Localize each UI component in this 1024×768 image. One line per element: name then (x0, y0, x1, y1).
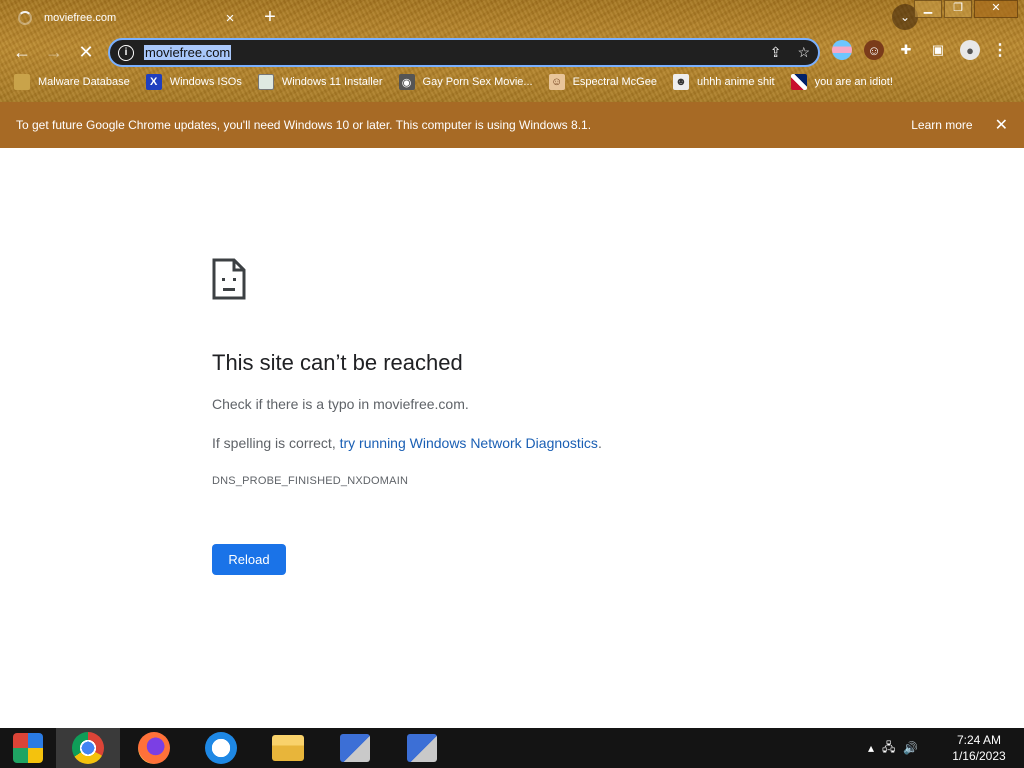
clock-date: 1/16/2023 (952, 749, 1006, 763)
address-bar[interactable]: i moviefree.com ⇪ ☆ (108, 38, 820, 67)
diagnostics-suffix: . (597, 435, 602, 451)
menu-kebab-icon[interactable]: ⋮ (992, 40, 1008, 60)
bookmark-label: Malware Database (38, 76, 130, 88)
browser-chrome: moviefree.com × + ⌄ ▁ ❐ ✕ ← → ✕ i movief… (0, 0, 1024, 102)
installer-icon (407, 734, 437, 762)
avatar-extension-icon[interactable]: ☺ (864, 40, 884, 60)
chevron-down-icon: ⌄ (899, 10, 911, 24)
side-panel-icon[interactable]: ▣ (928, 40, 948, 60)
learn-more-link[interactable]: Learn more (911, 118, 972, 132)
forward-button[interactable]: → (42, 40, 66, 64)
bookmarks-bar: Malware Database X Windows ISOs Windows … (14, 74, 909, 90)
taskbar: ▴ 🖧 🔊 7:24 AM 1/16/2023 (0, 728, 1024, 768)
start-button[interactable] (0, 728, 56, 768)
x-logo-icon: X (145, 74, 162, 90)
error-code: DNS_PROBE_FINISHED_NXDOMAIN (212, 475, 409, 487)
system-tray: ▴ 🖧 🔊 (868, 728, 918, 768)
clock-time: 7:24 AM (956, 733, 1002, 747)
bookmark-item[interactable]: Windows 11 Installer (257, 74, 383, 90)
error-diagnostics-hint: If spelling is correct, try running Wind… (212, 435, 602, 451)
stop-loading-button[interactable]: ✕ (74, 40, 98, 64)
error-title: This site can’t be reached (212, 350, 463, 375)
reload-button[interactable]: Reload (212, 544, 286, 575)
close-window-button[interactable]: ✕ (974, 0, 1018, 18)
profile-avatar-icon[interactable]: ● (960, 40, 980, 60)
image-icon (257, 74, 274, 90)
error-typo-hint: Check if there is a typo in moviefree.co… (212, 396, 469, 412)
bookmark-item[interactable]: ◉ Gay Porn Sex Movie... (398, 74, 533, 90)
flag-extension-icon[interactable] (832, 40, 852, 60)
volume-icon[interactable]: 🔊 (903, 741, 918, 755)
minimize-button[interactable]: ▁ (914, 0, 942, 18)
blue-o-icon (205, 732, 237, 764)
arrow-left-icon: ← (13, 42, 31, 62)
tab-title: moviefree.com (44, 12, 117, 24)
bookmark-label: Windows ISOs (169, 76, 242, 88)
bookmark-item[interactable]: ☺ Espectral McGee (548, 74, 657, 90)
installer-icon (340, 734, 370, 762)
diagnostics-prefix: If spelling is correct, (212, 435, 340, 451)
infobar-message: To get future Google Chrome updates, you… (16, 118, 592, 132)
flag-icon (790, 74, 807, 90)
new-tab-button[interactable]: + (259, 4, 281, 30)
network-icon[interactable]: 🖧 (882, 738, 895, 759)
chrome-icon (72, 732, 104, 764)
face-icon: ☺ (548, 74, 565, 90)
close-icon: ✕ (78, 42, 94, 62)
robot-icon: ◉ (398, 74, 415, 90)
clock[interactable]: 7:24 AM 1/16/2023 (940, 732, 1018, 764)
network-diagnostics-link[interactable]: try running Windows Network Diagnostics (340, 435, 598, 451)
infobar-close-icon[interactable]: ✕ (995, 115, 1008, 135)
bookmark-item[interactable]: Malware Database (14, 74, 130, 90)
update-infobar: To get future Google Chrome updates, you… (0, 102, 1024, 148)
loading-spinner-icon (18, 11, 32, 25)
bookmark-item[interactable]: X Windows ISOs (145, 74, 242, 90)
taskbar-firefox[interactable] (122, 728, 186, 768)
folder-icon (14, 74, 30, 90)
error-page: This site can’t be reached Check if ther… (0, 148, 1024, 728)
restore-button[interactable]: ❐ (944, 0, 972, 18)
bookmark-item[interactable]: you are an idiot! (790, 74, 893, 90)
taskbar-app-o[interactable] (189, 728, 253, 768)
toolbar-right: ☺ ✚ ▣ ● ⋮ (832, 40, 1008, 60)
firefox-icon (138, 732, 170, 764)
taskbar-installer-1[interactable] (323, 728, 387, 768)
bookmark-label: Gay Porn Sex Movie... (422, 76, 533, 88)
share-icon[interactable]: ⇪ (770, 44, 782, 61)
bookmark-label: Espectral McGee (572, 76, 657, 88)
bookmark-item[interactable]: ☻ uhhh anime shit (672, 74, 775, 90)
window-controls: ▁ ❐ ✕ (914, 0, 1018, 18)
start-orb-icon (13, 733, 43, 763)
back-button[interactable]: ← (10, 40, 34, 64)
taskbar-installer-2[interactable] (390, 728, 454, 768)
taskbar-chrome[interactable] (56, 728, 120, 768)
extensions-puzzle-icon[interactable]: ✚ (896, 40, 916, 60)
sad-file-icon (212, 258, 246, 300)
bookmark-label: uhhh anime shit (696, 76, 775, 88)
address-input[interactable]: moviefree.com (144, 45, 232, 60)
site-info-icon[interactable]: i (118, 44, 134, 61)
bookmark-star-icon[interactable]: ☆ (797, 44, 810, 61)
tab-close-icon[interactable]: × (222, 10, 238, 27)
folder-icon (272, 735, 304, 761)
taskbar-file-explorer[interactable] (256, 728, 320, 768)
tab-moviefree[interactable]: moviefree.com × (8, 4, 248, 32)
bookmark-label: Windows 11 Installer (281, 76, 383, 88)
anime-face-icon: ☻ (672, 74, 689, 90)
tray-chevron-up-icon[interactable]: ▴ (868, 741, 874, 755)
bookmark-label: you are an idiot! (814, 76, 893, 88)
arrow-right-icon: → (45, 42, 63, 62)
